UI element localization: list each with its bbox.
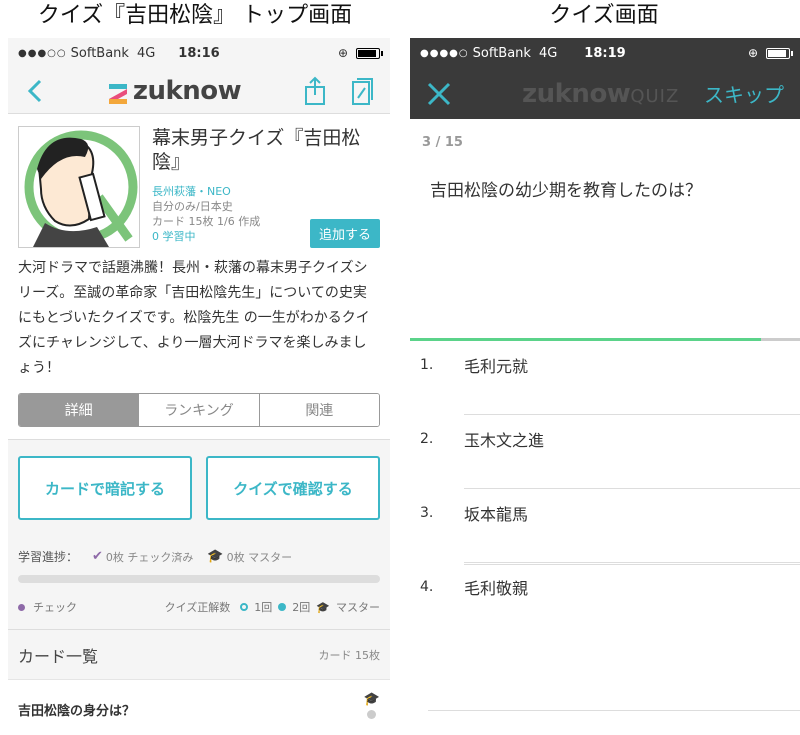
rotation-lock-icon: ⊕ bbox=[337, 46, 348, 60]
question-counter: 3 / 15 bbox=[422, 135, 463, 150]
quiz-logo-text: zuknow bbox=[522, 78, 631, 109]
choice-2[interactable]: 2. 玉木文之進 bbox=[410, 415, 800, 489]
deck-tabs: 詳細 ランキング 関連 bbox=[18, 393, 380, 427]
progress-label: 学習進捗： bbox=[18, 550, 79, 564]
status-bar: ●●●●○ SoftBank 4G 18:19 ⊕ bbox=[410, 38, 800, 68]
quiz-screen: ●●●●○ SoftBank 4G 18:19 ⊕ zuknowQUIZ スキッ… bbox=[410, 38, 800, 735]
choice-4[interactable]: 4. 毛利敬親 bbox=[410, 563, 800, 637]
close-icon[interactable] bbox=[426, 81, 452, 107]
legend-twice: 2回 bbox=[292, 601, 311, 614]
choice-3[interactable]: 3. 坂本龍馬 bbox=[410, 489, 800, 563]
skip-button[interactable]: スキップ bbox=[704, 79, 784, 108]
deck-avatar bbox=[18, 126, 140, 248]
deck-author-link[interactable]: 長州萩藩・NEO bbox=[152, 184, 380, 199]
choice-text: 毛利元就 bbox=[464, 357, 529, 376]
add-deck-button[interactable]: 追加する bbox=[309, 219, 380, 248]
study-actions: カードで暗記する クイズで確認する bbox=[8, 439, 390, 530]
zuknow-logo: zuknow bbox=[108, 75, 242, 106]
question-text: 吉田松陰の幼少期を教育したのは？ bbox=[430, 181, 702, 201]
card-list-count: カード 15枚 bbox=[318, 648, 381, 662]
quiz-nav-bar: zuknowQUIZ スキップ bbox=[410, 68, 800, 119]
checkmark-icon: ✔ bbox=[92, 549, 103, 564]
choice-number: 3. bbox=[420, 505, 434, 521]
status-bar: ●●●○○ SoftBank 4G 18:16 ⊕ bbox=[8, 38, 390, 68]
edit-icon[interactable] bbox=[348, 76, 378, 106]
study-progress: 学習進捗： ✔ 0枚 チェック済み 🎓 0枚 マスター チェック クイズ正解数 … bbox=[8, 530, 390, 615]
choice-number: 1. bbox=[420, 357, 434, 373]
legend-check: チェック bbox=[33, 601, 77, 614]
progress-legend: チェック クイズ正解数 1回 2回 🎓 マスター bbox=[18, 599, 380, 615]
rotation-lock-icon: ⊕ bbox=[747, 46, 758, 60]
caption-top-screen: クイズ『吉田松陰』 トップ画面 bbox=[37, 3, 353, 28]
carrier: SoftBank bbox=[472, 45, 531, 61]
list-item[interactable]: 吉田松陰の身分は？ 🎓 bbox=[8, 679, 390, 735]
deck-visibility: 自分のみ/日本史 bbox=[152, 200, 233, 213]
divider bbox=[428, 710, 800, 711]
progress-bar bbox=[18, 575, 380, 583]
back-icon[interactable] bbox=[20, 76, 50, 106]
card-question: 吉田松陰の身分は？ bbox=[18, 704, 136, 719]
once-ring-icon bbox=[240, 603, 249, 611]
master-cap-icon: 🎓 bbox=[316, 600, 330, 614]
card-list-header: カード一覧 カード 15枚 bbox=[8, 629, 390, 679]
choice-number: 4. bbox=[420, 579, 434, 595]
carrier: SoftBank bbox=[70, 45, 129, 61]
memorize-with-cards-button[interactable]: カードで暗記する bbox=[18, 456, 192, 520]
network: 4G bbox=[538, 45, 558, 61]
check-dot-icon bbox=[18, 603, 25, 611]
signal-icon: ●●●●○ bbox=[420, 47, 469, 59]
zuknow-logo-mark bbox=[108, 81, 127, 104]
status-dot-icon bbox=[367, 710, 377, 719]
divider bbox=[464, 564, 800, 565]
choice-1[interactable]: 1. 毛利元就 bbox=[410, 341, 800, 415]
deck-description: 大河ドラマで話題沸騰！長州・萩藩の幕末男子クイズシリーズ。至誠の革命家「吉田松陰… bbox=[18, 260, 370, 376]
battery-icon bbox=[356, 47, 383, 59]
nav-bar: zuknow bbox=[8, 68, 390, 114]
mastered-count: 0枚 マスター bbox=[226, 550, 293, 564]
tab-related[interactable]: 関連 bbox=[259, 394, 379, 426]
twice-dot-icon bbox=[278, 603, 287, 611]
answer-choices: 1. 毛利元就 2. 玉木文之進 3. 坂本龍馬 4. 毛利敬親 bbox=[410, 341, 800, 637]
top-screen: ●●●○○ SoftBank 4G 18:16 ⊕ zuknow 幕末男子クイズ… bbox=[8, 38, 390, 735]
quiz-logo-suffix: QUIZ bbox=[630, 85, 680, 107]
tab-details[interactable]: 詳細 bbox=[19, 394, 140, 426]
graduation-cap-icon: 🎓 bbox=[207, 549, 224, 564]
battery-icon bbox=[766, 47, 793, 59]
deck-title: 幕末男子クイズ『吉田松陰』 bbox=[152, 127, 361, 173]
card-list-title: カード一覧 bbox=[18, 646, 99, 666]
check-with-quiz-button[interactable]: クイズで確認する bbox=[206, 456, 380, 520]
deck-card: 幕末男子クイズ『吉田松陰』 長州萩藩・NEO 自分のみ/日本史 カード 15枚 … bbox=[8, 114, 390, 439]
network: 4G bbox=[136, 45, 156, 61]
checked-count: 0枚 チェック済み bbox=[105, 550, 194, 564]
graduation-cap-icon: 🎓 bbox=[363, 692, 380, 707]
choice-number: 2. bbox=[420, 431, 434, 447]
signal-icon: ●●●○○ bbox=[18, 47, 67, 59]
tab-ranking[interactable]: ランキング bbox=[139, 394, 260, 426]
legend-once: 1回 bbox=[254, 601, 273, 614]
choice-text: 毛利敬親 bbox=[464, 579, 529, 598]
caption-quiz-screen: クイズ画面 bbox=[549, 3, 659, 28]
share-icon[interactable] bbox=[300, 76, 330, 106]
legend-quiz-correct: クイズ正解数 bbox=[164, 601, 231, 614]
legend-master: マスター bbox=[336, 601, 380, 614]
choice-text: 坂本龍馬 bbox=[464, 505, 529, 524]
choice-text: 玉木文之進 bbox=[464, 431, 545, 450]
logo-text: zuknow bbox=[132, 75, 242, 106]
zuknow-quiz-logo: zuknowQUIZ bbox=[522, 79, 679, 109]
